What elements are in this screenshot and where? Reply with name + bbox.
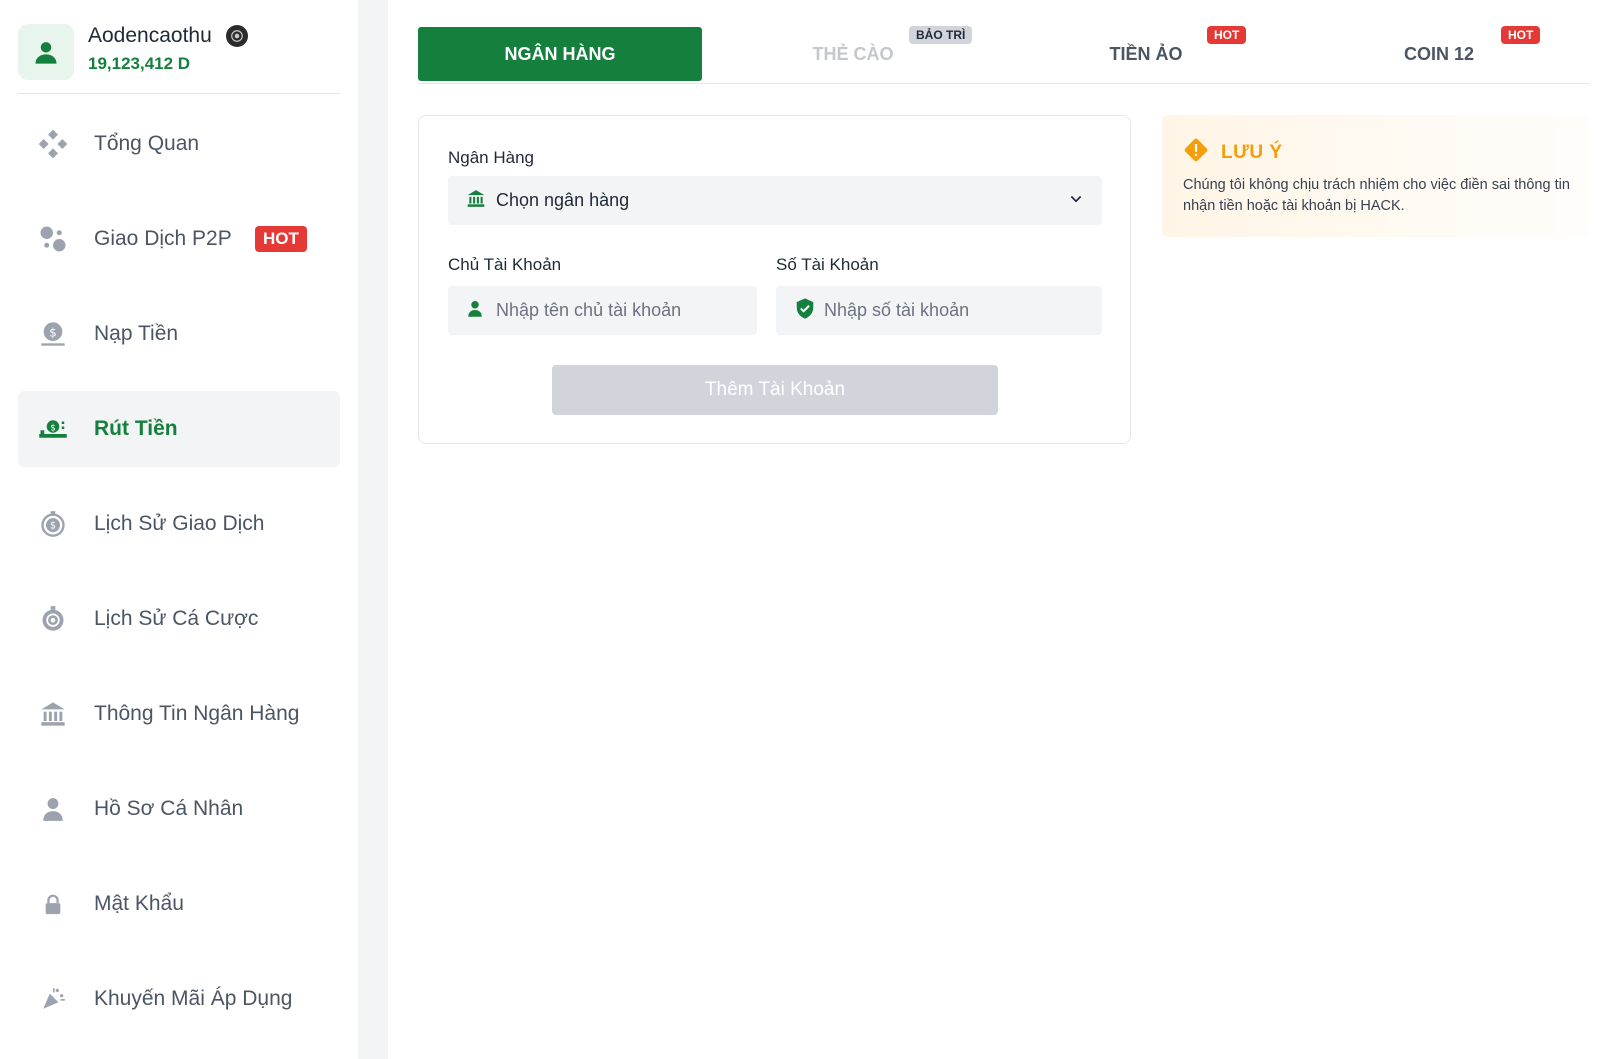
svg-text:$: $ [50,423,56,433]
warning-note: LƯU Ý Chúng tôi không chịu trách nhiệm c… [1162,115,1588,237]
warning-icon [1183,137,1209,168]
user-avatar-icon [35,42,57,64]
withdraw-icon: $ [38,414,68,444]
tab-label: THẺ CÀO [812,43,894,64]
avatar[interactable] [18,24,74,80]
sidebar-menu: Tổng Quan Giao Dịch P2P HOT $ Nạp Tiền $… [18,106,340,1056]
promotion-icon [38,984,68,1014]
sidebar-item-password[interactable]: Mật Khẩu [18,866,340,942]
sidebar-item-label: Hồ Sơ Cá Nhân [94,797,244,820]
add-account-button[interactable]: Thêm Tài Khoản [552,365,998,415]
hot-badge: HOT [1501,26,1541,44]
tab-crypto[interactable]: TIỀN ẢO HOT [1004,26,1288,81]
sidebar-item-deposit[interactable]: $ Nạp Tiền [18,296,340,372]
tab-scratch-card[interactable]: THẺ CÀO BẢO TRÌ [711,26,995,81]
user-icon [466,299,484,322]
svg-text:$: $ [49,325,56,339]
withdraw-method-tabs: NGÂN HÀNG THẺ CÀO BẢO TRÌ TIỀN ẢO HOT CO… [418,26,1590,84]
sidebar-item-label: Giao Dịch P2P [94,227,232,250]
svg-text:$: $ [50,521,56,532]
deposit-icon: $ [38,319,68,349]
username: Aodencaothu [88,24,212,47]
sidebar: Aodencaothu 19,123,412 D Tổng Quan Giao … [0,0,358,1059]
sidebar-item-promotion[interactable]: Khuyến Mãi Áp Dụng [18,961,340,1037]
account-number-input[interactable] [824,286,1090,335]
transaction-history-icon: $ [38,509,68,539]
balance: 19,123,412 D [88,54,191,73]
hot-badge: HOT [255,226,307,252]
bank-select-value: Chọn ngân hàng [496,190,630,210]
holder-field-label: Chủ Tài Khoản [448,255,562,274]
sidebar-item-p2p[interactable]: Giao Dịch P2P HOT [18,201,340,277]
sidebar-item-profile[interactable]: Hồ Sơ Cá Nhân [18,771,340,847]
sidebar-item-bet-history[interactable]: Lịch Sử Cá Cược [18,581,340,657]
tab-label: COIN 12 [1403,43,1475,64]
maintenance-badge: BẢO TRÌ [909,26,973,44]
sidebar-item-overview[interactable]: Tổng Quan [18,106,340,182]
sidebar-item-label: Khuyến Mãi Áp Dụng [94,987,293,1010]
tab-label: TIỀN ẢO [1109,43,1183,64]
dashboard-icon [38,129,68,159]
user-icon [38,794,68,824]
sidebar-item-transaction-history[interactable]: $ Lịch Sử Giao Dịch [18,486,340,562]
number-field-label: Số Tài Khoản [776,255,879,274]
bank-icon [38,699,68,729]
sidebar-item-label: Nạp Tiền [94,322,179,345]
note-title: LƯU Ý [1221,141,1283,163]
account-holder-input[interactable] [496,286,745,335]
sidebar-item-label: Lịch Sử Giao Dịch [94,512,265,535]
bank-icon [466,188,486,213]
sidebar-item-label: Lịch Sử Cá Cược [94,607,259,630]
sidebar-item-label: Thông Tin Ngân Hàng [94,702,300,725]
holder-input-wrapper [448,286,757,335]
lock-icon [38,889,68,919]
sidebar-item-bank-info[interactable]: Thông Tin Ngân Hàng [18,676,340,752]
chevron-down-icon [1068,190,1084,211]
hot-badge: HOT [1207,26,1247,44]
shield-check-icon [794,297,816,324]
sidebar-item-label: Rút Tiền [94,417,178,440]
bank-field-label: Ngân Hàng [448,148,535,167]
bet-history-icon [38,604,68,634]
note-text: Chúng tôi không chịu trách nhiệm cho việ… [1183,177,1570,214]
vip-level-icon [225,25,248,47]
number-input-wrapper [776,286,1102,335]
add-bank-account-form: Ngân Hàng Chọn ngân hàng Chủ Tài Khoản S… [418,115,1131,444]
sidebar-item-label: Tổng Quan [94,132,200,155]
tab-bank[interactable]: NGÂN HÀNG [418,27,702,81]
bank-select[interactable]: Chọn ngân hàng [448,176,1102,225]
tab-coin12[interactable]: COIN 12 HOT [1297,26,1581,81]
sidebar-item-label: Mật Khẩu [94,892,184,915]
sidebar-item-withdraw[interactable]: $ Rút Tiền [18,391,340,467]
tab-label: NGÂN HÀNG [504,43,616,64]
user-profile: Aodencaothu 19,123,412 D [18,18,340,94]
sidebar-divider [358,0,388,1059]
p2p-exchange-icon [38,224,68,254]
